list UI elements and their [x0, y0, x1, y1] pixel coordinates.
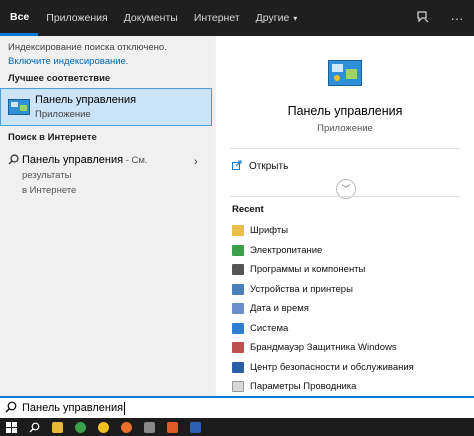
explorer-options-icon [232, 381, 244, 393]
tab-apps[interactable]: Приложения [38, 0, 115, 36]
brave-icon [167, 421, 178, 433]
word-icon [190, 421, 201, 433]
recent-item-label: Шрифты [250, 225, 289, 237]
tab-apps-label: Приложения [46, 12, 108, 24]
recent-item[interactable]: Программы и компоненты [232, 260, 468, 280]
open-label: Открыть [249, 161, 289, 172]
search-input[interactable]: Панель управления [22, 402, 123, 414]
recent-item[interactable]: Электропитание [232, 241, 468, 261]
windows-icon [6, 421, 17, 433]
indexing-notice-text: Индексирование поиска отключено. [8, 42, 167, 53]
programs-icon [232, 264, 244, 276]
recent-item[interactable]: Брандмауэр Защитника Windows [232, 338, 468, 358]
best-match-header: Лучшее соответствие [8, 73, 111, 84]
web-result-title: Панель управления [22, 154, 124, 166]
open-icon [232, 160, 244, 173]
more-options-icon[interactable]: ··· [440, 11, 474, 26]
recent-item[interactable]: Устройства и принтеры [232, 280, 468, 300]
taskbar-app-utorrent[interactable] [69, 418, 92, 436]
tab-more-label: Другие [255, 12, 290, 24]
flag-icon [232, 361, 244, 373]
date-time-icon [232, 303, 244, 315]
search-scope-bar: Все Приложения Документы Интернет Другие… [0, 0, 474, 36]
control-panel-large-icon [328, 60, 362, 86]
tab-documents-label: Документы [123, 12, 178, 24]
results-pane: Индексирование поиска отключено. Включит… [0, 36, 214, 396]
recent-item[interactable]: Система [232, 319, 468, 339]
firefox-icon [121, 421, 132, 433]
start-button[interactable] [0, 418, 23, 436]
taskbar-app-folder[interactable] [46, 418, 69, 436]
web-search-result[interactable]: Панель управления - См. результаты в Инт… [0, 153, 212, 198]
divider [230, 148, 460, 149]
search-taskbar-button[interactable] [23, 418, 46, 436]
recent-item-label: Электропитание [250, 244, 323, 256]
recent-item-label: Программы и компоненты [250, 264, 366, 276]
best-match-subtitle: Приложение [35, 109, 91, 120]
recent-item-label: Система [250, 322, 289, 334]
recent-item-label: Центр безопасности и обслуживания [250, 361, 414, 373]
recent-list: Шрифты Электропитание Программы и компон… [232, 221, 468, 397]
system-icon [232, 322, 244, 334]
taskbar-app-word[interactable] [184, 418, 207, 436]
search-box[interactable]: Панель управления [0, 396, 474, 418]
divider [230, 196, 460, 197]
best-match-title: Панель управления [35, 94, 137, 106]
taskbar [0, 418, 474, 436]
power-icon [232, 244, 244, 256]
recent-item[interactable]: Дата и время [232, 299, 468, 319]
recent-item-label: Параметры Проводника [250, 381, 357, 393]
recent-item[interactable]: Параметры Проводника [232, 377, 468, 397]
taskbar-app-norton[interactable] [92, 418, 115, 436]
chevron-down-icon: ▾ [293, 13, 298, 23]
recent-item-label: Устройства и принтеры [250, 283, 353, 295]
firewall-icon [232, 342, 244, 354]
tab-all-label: Все [10, 10, 30, 23]
tab-web-label: Интернет [193, 12, 240, 24]
web-search-header: Поиск в Интернете [8, 132, 97, 143]
calculator-icon [144, 421, 155, 433]
app-title: Панель управления [287, 104, 403, 118]
recent-item[interactable]: Центр безопасности и обслуживания [232, 358, 468, 378]
tab-all[interactable]: Все [0, 0, 39, 36]
recent-item-label: Дата и время [250, 303, 309, 315]
recent-item-label: Брандмауэр Защитника Windows [250, 342, 397, 354]
devices-printers-icon [232, 283, 244, 295]
recent-header: Recent [232, 204, 264, 215]
open-action[interactable]: Открыть [232, 160, 288, 173]
control-panel-icon [8, 99, 30, 115]
search-icon [8, 154, 22, 198]
preview-pane: Панель управления Приложение Открыть ﹀ R… [216, 36, 474, 396]
best-match-item[interactable]: Панель управления Приложение [0, 88, 212, 126]
taskbar-app-firefox[interactable] [115, 418, 138, 436]
enable-indexing-link[interactable]: Включите индексирование. [8, 55, 206, 69]
taskbar-app-calculator[interactable] [138, 418, 161, 436]
folder-icon [52, 421, 63, 433]
recent-item[interactable]: Шрифты [232, 221, 468, 241]
tab-more[interactable]: Другие ▾ [248, 0, 306, 36]
web-result-suffix2: в Интернете [22, 185, 77, 196]
text-caret [124, 401, 126, 415]
app-preview: Панель управления Приложение [216, 36, 474, 146]
utorrent-icon [75, 421, 86, 433]
search-icon [0, 401, 22, 416]
taskbar-app-brave[interactable] [161, 418, 184, 436]
fonts-icon [232, 225, 244, 237]
indexing-notice: Индексирование поиска отключено. Включит… [0, 36, 214, 69]
search-icon [29, 422, 40, 432]
feedback-icon[interactable] [406, 10, 440, 27]
tab-documents[interactable]: Документы [116, 0, 186, 36]
app-subtitle: Приложение [317, 123, 373, 134]
chevron-right-icon[interactable]: › [194, 156, 198, 198]
tab-web[interactable]: Интернет [186, 0, 248, 36]
norton-icon [98, 421, 109, 433]
